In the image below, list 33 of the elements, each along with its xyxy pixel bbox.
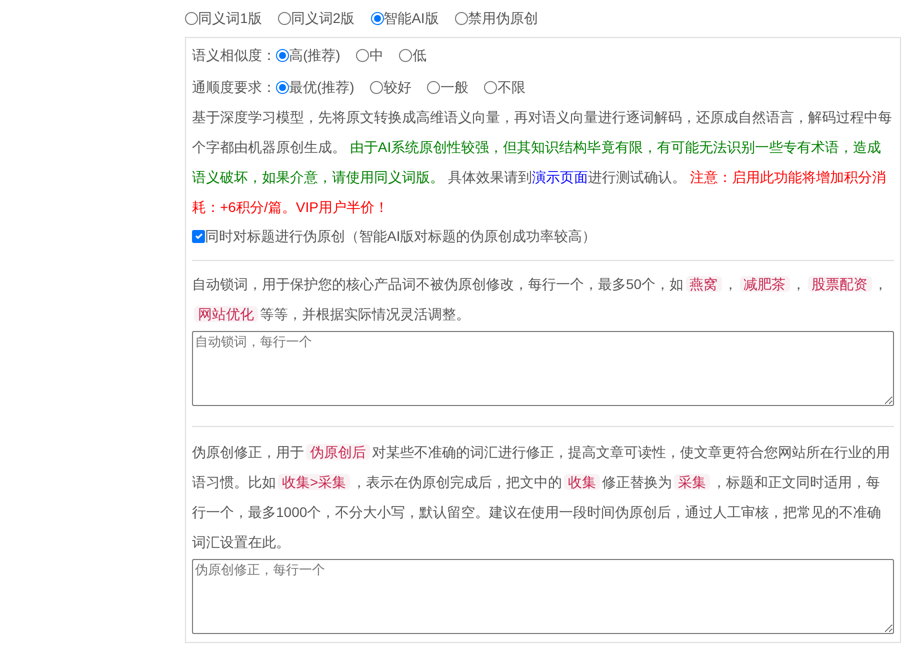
lock-words-description: 自动锁词，用于保护您的核心产品词不被伪原创修改，每行一个，最多50个，如 燕窝 ， 减肥茶 ， 股票配资 ， 网站优化 等等，并根据实际情况灵活调整。 xyxy=(192,275,889,324)
option-label: 不限 xyxy=(497,78,526,96)
ai-description: 基于深度学习模型，先将原文转换成高维语义向量，再对语义向量进行逐词解码，还原成自然语言，解码过程中每个字都由机器原创生成。 由于AI系统原创性较强，但其知识结构毕竟有限，有可能无法识别一些专有术语，造成语义破坏，如果介意，请使用同义词版。 具体效果请到演示页面进行测试确认。 注意：启用此功能将增加积分消耗：+6积分/篇。VIP用户半价！ xyxy=(192,108,893,217)
radio-button[interactable] xyxy=(278,12,291,25)
radio-button[interactable] xyxy=(370,80,384,94)
radio-button[interactable] xyxy=(356,48,370,62)
radio-button[interactable] xyxy=(276,80,289,94)
setting-label: 通顺度要求： xyxy=(192,78,276,96)
option-label: 中 xyxy=(369,46,384,64)
radio-button[interactable] xyxy=(276,48,289,62)
mode-option-label: 禁用伪原创 xyxy=(468,9,538,28)
checkbox[interactable] xyxy=(192,230,205,242)
radio-button[interactable] xyxy=(399,48,412,62)
radio-button[interactable] xyxy=(370,12,384,25)
radio-button[interactable] xyxy=(484,80,498,94)
mode-option-label: 同义词1版 xyxy=(198,9,262,28)
setting-label: 语义相似度： xyxy=(192,46,276,64)
option-label: 一般 xyxy=(440,78,468,96)
checkbox-label: 同时对标题进行伪原创（智能AI版对标题的伪原创成功率较高） xyxy=(205,226,596,246)
radio-button[interactable] xyxy=(185,12,198,25)
radio-button[interactable] xyxy=(454,12,468,25)
checkmark-icon xyxy=(194,231,204,241)
correction-field[interactable]: 伪原创修正，每行一个 xyxy=(192,559,894,634)
lock-words-field[interactable]: 自动锁词，每行一个 xyxy=(192,331,894,406)
option-label: 高(推荐) xyxy=(289,46,340,65)
option-label: 较好 xyxy=(383,78,412,96)
option-label: 低 xyxy=(412,46,426,64)
mode-option-label: 智能AI版 xyxy=(384,9,439,28)
demo-page-link[interactable]: 演示页面 xyxy=(532,169,588,185)
radio-button[interactable] xyxy=(427,80,440,94)
option-label: 最优(推荐) xyxy=(289,78,354,97)
correction-description: 伪原创修正，用于 伪原创后 对某些不准确的词汇进行修正，提高文章可读性，使文章更符合您网站所在行业的用语习惯。比如 收集>采集 ，表示在伪原创完成后，把文中的 收集 修正替换为 采集 ，标题和正文同时适用，每行一个，最多1000个，不分大小写，默认留空。建议在使用一段时间伪原创后，通过人工审核，把常见的不准确词汇设置在此。 xyxy=(192,443,891,552)
mode-option-label: 同义词2版 xyxy=(290,9,355,28)
